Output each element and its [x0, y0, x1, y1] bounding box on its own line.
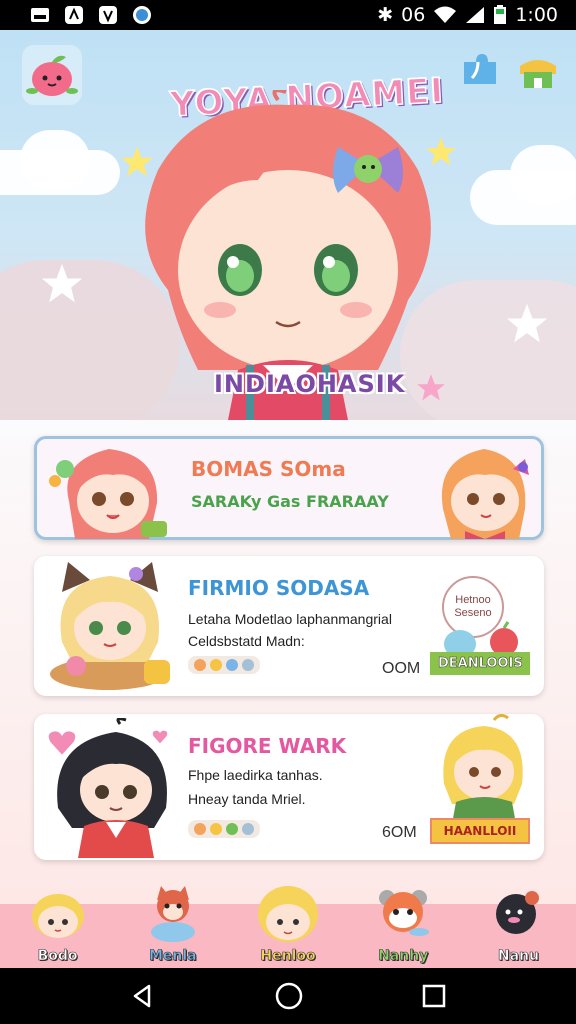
nav-item-bodo[interactable]: Bodo — [0, 894, 115, 968]
card-description: Hneay tanda Mriel. — [188, 791, 306, 807]
wifi-icon — [434, 6, 457, 23]
card-description: Fhpe laedirka tanhas. — [188, 767, 323, 783]
status-bar: ✱ 06 1:00 — [0, 0, 576, 30]
slime-decoration — [444, 621, 518, 654]
puzzle-button[interactable] — [458, 48, 502, 92]
mascot-menu-button[interactable] — [22, 45, 82, 105]
apple-mascot-icon — [26, 55, 78, 96]
dark-blob-icon — [496, 891, 540, 934]
card-ribbon: DEANLOOIS — [430, 652, 530, 675]
back-icon[interactable] — [129, 982, 157, 1010]
card-description: Letaha Modetlao laphanmangrial — [188, 611, 392, 627]
character-thumbnail — [443, 714, 523, 824]
nav-label: Menla — [148, 948, 197, 965]
card-description: Celdsbstatd Madn: — [188, 633, 305, 649]
recents-icon[interactable] — [421, 983, 447, 1009]
nav-item-henloo[interactable]: Henloo — [230, 886, 345, 968]
home-icon[interactable] — [274, 981, 304, 1011]
star-decoration — [506, 303, 548, 343]
character-card[interactable]: FIRMIO SODASA Letaha Modetlao laphanmang… — [34, 556, 544, 696]
chat-notification-icon — [133, 6, 151, 24]
star-decoration — [41, 263, 83, 303]
clock: 1:00 — [515, 4, 558, 26]
card-title: FIRMIO SODASA — [188, 576, 370, 600]
system-navigation-bar — [0, 968, 576, 1024]
card-title: FIGORE WARK — [188, 734, 347, 758]
character-thumbnail — [441, 449, 529, 539]
fox-character-icon — [150, 886, 195, 942]
card-subtitle: SARAKy Gas FRARAAY — [191, 492, 389, 511]
character-portrait — [50, 562, 170, 690]
card-title: BOMAS SOma — [191, 457, 346, 481]
shield-notification-icon — [99, 6, 117, 24]
card-count: 6OM — [382, 824, 417, 841]
character-card[interactable]: FIGORE WARK Fhpe laedirka tanhas. Hneay … — [34, 714, 544, 860]
puzzle-icon — [464, 54, 496, 84]
nav-label: Bodo — [37, 948, 78, 965]
hero-banner: YOYA NOAMEI INDIAOHASIK — [0, 30, 576, 420]
shop-icon — [520, 60, 556, 88]
bottom-navigation: Bodo Menla Henloo Nanhy Nanu — [0, 886, 576, 968]
blonde-character-icon — [31, 894, 84, 938]
blonde-character-icon — [258, 886, 318, 942]
signal-icon — [466, 7, 485, 23]
character-card[interactable]: BOMAS SOma SARAKy Gas FRARAAY — [34, 436, 544, 540]
orange-character-icon — [379, 890, 430, 936]
shop-button[interactable] — [516, 50, 560, 94]
nav-label: Nanu — [497, 948, 540, 965]
card-count: OOM — [382, 660, 421, 677]
character-name: INDIAOHASIK — [214, 370, 406, 398]
nav-label: Nanhy — [378, 948, 429, 965]
nav-item-nanhy[interactable]: Nanhy — [346, 890, 461, 968]
nav-label: Henloo — [260, 948, 316, 965]
network-type: 06 — [401, 4, 426, 26]
card-tags — [188, 820, 260, 838]
gallery-icon — [31, 8, 49, 22]
nav-item-menla[interactable]: Menla — [115, 886, 230, 968]
character-list: BOMAS SOma SARAKy Gas FRARAAY FIRMIO SOD… — [0, 420, 576, 904]
nav-item-nanu[interactable]: Nanu — [461, 891, 576, 968]
heart-decoration — [152, 730, 168, 744]
character-portrait — [49, 449, 167, 539]
battery-icon — [494, 5, 507, 24]
card-ribbon: HAANLLOII — [430, 818, 530, 844]
app-notification-icon — [65, 6, 83, 24]
card-tags — [188, 656, 260, 674]
bluetooth-icon: ✱ — [377, 4, 394, 26]
